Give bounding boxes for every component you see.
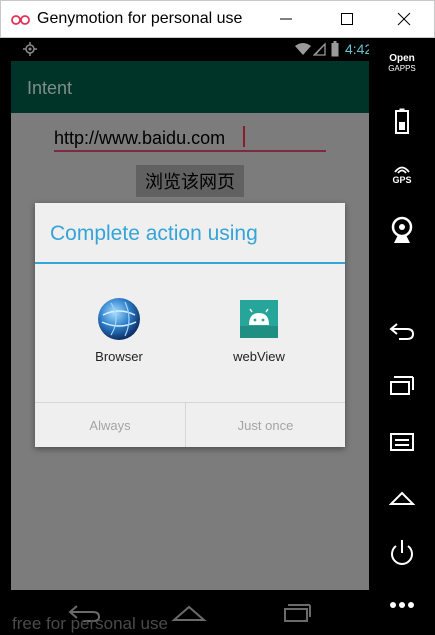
gps-widget-button[interactable]: GPS bbox=[380, 164, 424, 185]
battery-icon bbox=[331, 41, 339, 57]
minimize-button[interactable] bbox=[263, 1, 309, 37]
always-button[interactable]: Always bbox=[35, 403, 186, 447]
sidebar-home-button[interactable] bbox=[380, 486, 424, 508]
recent-apps-icon[interactable] bbox=[276, 598, 316, 626]
window-title: Genymotion for personal use bbox=[37, 10, 243, 27]
app-title: Intent bbox=[27, 78, 73, 98]
url-input[interactable] bbox=[54, 122, 326, 152]
close-icon bbox=[397, 12, 411, 26]
battery-icon bbox=[395, 108, 409, 134]
sidebar-more-button[interactable] bbox=[380, 598, 424, 612]
more-icon bbox=[390, 602, 414, 608]
open-gapps-button[interactable]: Open GAPPS bbox=[380, 54, 424, 74]
home-icon bbox=[389, 491, 415, 505]
maximize-icon bbox=[341, 13, 353, 25]
just-once-button[interactable]: Just once bbox=[186, 403, 345, 447]
dialog-actions: Always Just once bbox=[35, 402, 345, 447]
gps-icon bbox=[394, 166, 410, 174]
dialog-title-divider bbox=[35, 262, 345, 264]
close-button[interactable] bbox=[381, 1, 427, 37]
webcam-icon bbox=[391, 216, 413, 243]
webcam-widget-button[interactable] bbox=[380, 216, 424, 244]
browse-page-button[interactable]: 浏览该网页 bbox=[136, 165, 244, 197]
status-bar: 4:42 bbox=[11, 38, 372, 61]
text-cursor bbox=[243, 126, 245, 147]
sidebar-back-button[interactable] bbox=[380, 320, 424, 342]
menu-icon bbox=[390, 433, 414, 451]
minimize-icon bbox=[280, 18, 292, 20]
wifi-icon bbox=[295, 43, 311, 55]
recent-apps-icon bbox=[390, 376, 414, 395]
sidebar-recent-apps-button[interactable] bbox=[380, 374, 424, 396]
sidebar-power-button[interactable] bbox=[380, 538, 424, 568]
location-target-icon bbox=[23, 42, 37, 56]
emulator-sidebar: Open GAPPS GPS bbox=[369, 38, 435, 635]
sidebar-menu-button[interactable] bbox=[380, 433, 424, 451]
open-gapps-label-line1: Open bbox=[389, 53, 415, 64]
app-option-browser[interactable]: Browser bbox=[49, 293, 189, 373]
genymotion-logo-icon bbox=[11, 15, 30, 25]
back-icon bbox=[389, 323, 415, 340]
complete-action-dialog: Complete action using Browser webView Al… bbox=[35, 203, 345, 447]
open-gapps-label-line2: GAPPS bbox=[388, 64, 416, 73]
watermark-text: free for personal use bbox=[12, 614, 168, 633]
battery-widget-button[interactable] bbox=[380, 108, 424, 134]
gps-label: GPS bbox=[392, 175, 412, 185]
dialog-title: Complete action using bbox=[50, 222, 258, 245]
signal-icon bbox=[313, 42, 326, 56]
maximize-button[interactable] bbox=[324, 1, 370, 37]
browser-globe-icon bbox=[98, 298, 140, 340]
home-icon[interactable] bbox=[169, 598, 209, 626]
app-option-label: Browser bbox=[95, 349, 143, 364]
window-titlebar: Genymotion for personal use bbox=[0, 0, 435, 38]
android-app-icon bbox=[240, 300, 278, 338]
app-option-label: webView bbox=[233, 349, 285, 364]
power-icon bbox=[391, 540, 413, 565]
app-option-webview[interactable]: webView bbox=[189, 293, 329, 373]
app-bar: Intent bbox=[11, 61, 369, 113]
